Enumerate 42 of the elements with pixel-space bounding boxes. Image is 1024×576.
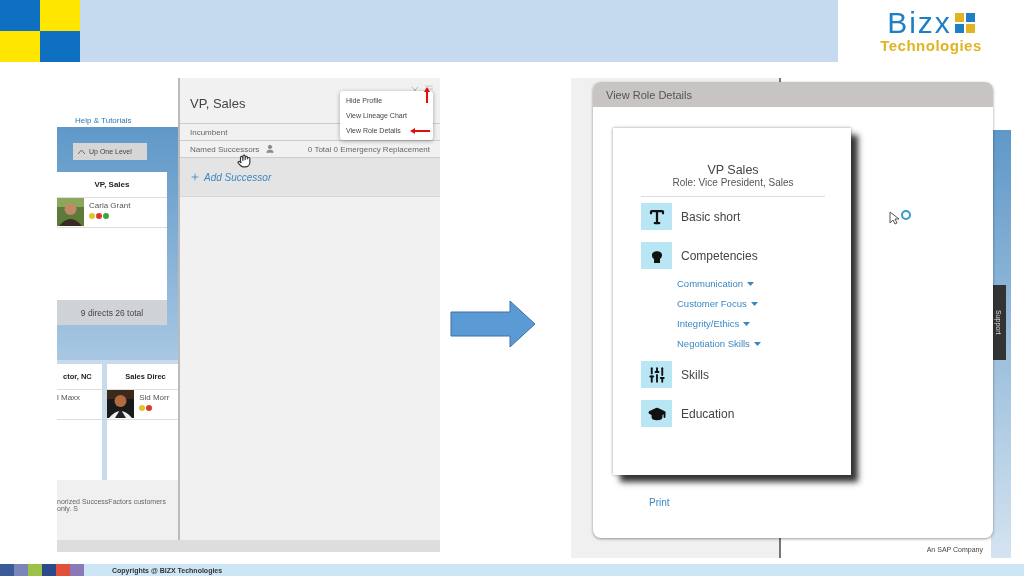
role-title: VP Sales — [706, 163, 760, 177]
competency-link[interactable]: Integrity/Ethics — [677, 318, 825, 329]
logo-tagline: Technologies — [880, 36, 982, 54]
incumbent-label: Incumbent — [190, 127, 228, 137]
rating-icons-drawing — [139, 405, 154, 411]
rating-icons-drawing — [89, 213, 110, 219]
person-name: Carla Grant — [89, 201, 131, 210]
section-label: Education — [681, 406, 735, 421]
caret-icon — [743, 321, 751, 326]
directs-count[interactable]: 9 directs 26 total — [57, 300, 167, 325]
right-arrow-icon — [450, 300, 536, 348]
person-icon — [265, 144, 276, 154]
position-card[interactable]: VP, Sales Carla Grant — [57, 172, 167, 300]
dialog-title: View Role Details — [593, 82, 993, 107]
caret-icon — [753, 341, 761, 346]
hand-cursor-icon — [237, 154, 251, 168]
competency-link[interactable]: Negotiation Skills — [677, 338, 825, 349]
caret-icon — [747, 281, 754, 286]
competency-link[interactable]: Communication — [677, 278, 825, 289]
section-label: Skills — [681, 367, 709, 382]
panel-title: VP, Sales — [190, 96, 246, 111]
arrow-annotation-icon — [410, 128, 430, 134]
logo-squares-icon — [0, 0, 80, 62]
section-label: Basic short — [681, 209, 741, 224]
successors-count: 0 Total 0 Emergency Replacement — [307, 144, 430, 154]
role-subtitle: Role: Vice President, Sales — [671, 177, 795, 188]
person-name: Sid Morr — [139, 393, 170, 402]
print-link[interactable]: Print — [649, 497, 993, 508]
caret-icon — [750, 301, 758, 306]
plus-icon — [190, 172, 200, 182]
arrow-annotation-icon — [424, 87, 430, 103]
logo-name: Bizx — [887, 8, 952, 37]
competency-link[interactable]: Customer Focus — [677, 298, 825, 309]
logo-squares-icon — [954, 12, 975, 33]
person-name: l Maxx — [57, 393, 81, 402]
chevron-up-icon — [78, 149, 85, 154]
sliders-icon — [647, 365, 666, 384]
successors-label: Named Successors — [190, 144, 260, 154]
text-icon — [647, 207, 666, 226]
section-label: Competencies — [681, 248, 758, 263]
help-link[interactable]: Help & Tutorials — [75, 116, 132, 125]
cursor-icon — [889, 209, 913, 225]
